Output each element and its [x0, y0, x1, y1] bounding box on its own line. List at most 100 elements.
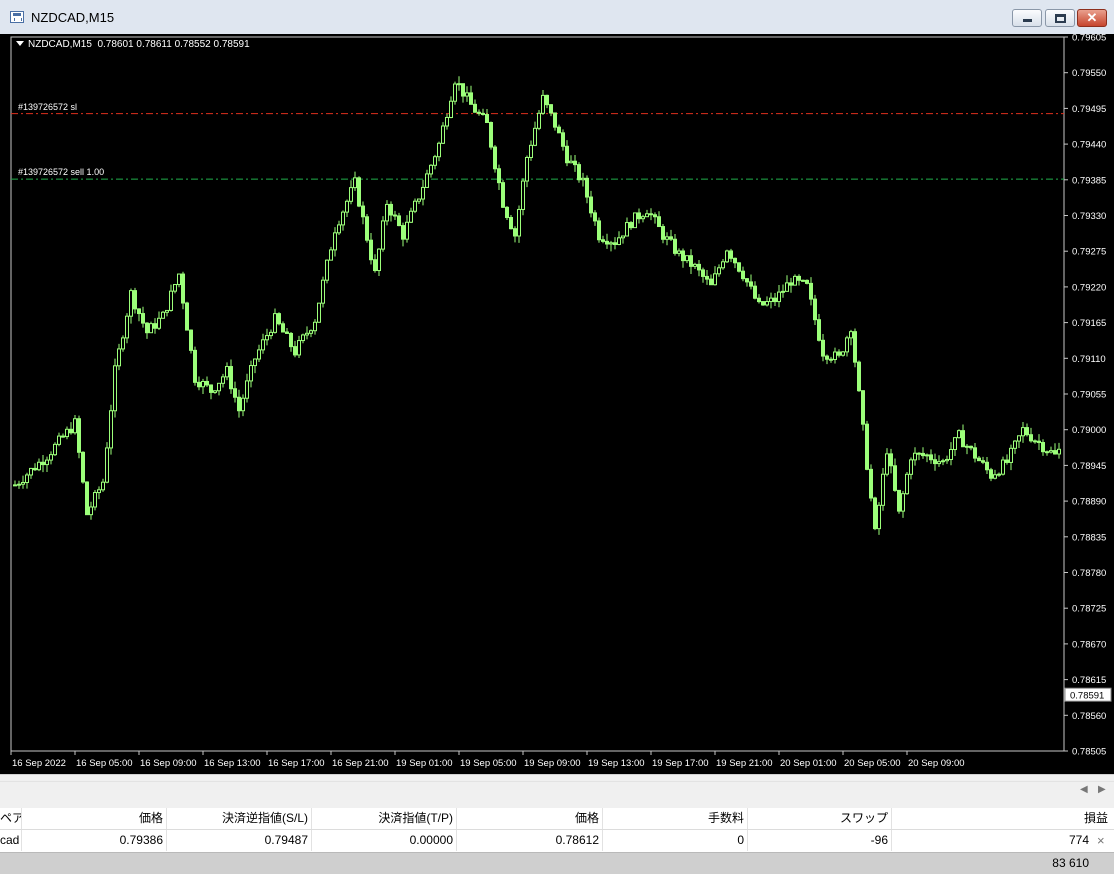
candle[interactable]	[429, 164, 433, 178]
candle[interactable]	[321, 276, 325, 308]
candle[interactable]	[45, 456, 49, 473]
candle[interactable]	[65, 426, 69, 440]
candle[interactable]	[733, 257, 737, 269]
candle[interactable]	[609, 240, 613, 252]
candle[interactable]	[533, 121, 537, 147]
candle[interactable]	[601, 235, 605, 244]
candle[interactable]	[769, 292, 773, 309]
candle[interactable]	[277, 312, 281, 326]
candle[interactable]	[701, 267, 705, 283]
candle[interactable]	[101, 478, 105, 492]
candle[interactable]	[677, 248, 681, 257]
candle[interactable]	[173, 284, 177, 294]
candle[interactable]	[1017, 435, 1021, 448]
candle[interactable]	[385, 200, 389, 226]
candle[interactable]	[509, 214, 513, 230]
candle[interactable]	[61, 433, 65, 438]
candle[interactable]	[469, 85, 473, 105]
candle[interactable]	[453, 81, 457, 105]
candle[interactable]	[473, 99, 477, 113]
candle[interactable]	[433, 154, 437, 170]
candle[interactable]	[857, 360, 861, 392]
candle[interactable]	[625, 217, 629, 237]
candle[interactable]	[861, 390, 865, 431]
candle[interactable]	[745, 278, 749, 287]
candle[interactable]	[33, 463, 37, 471]
candle[interactable]	[265, 328, 269, 346]
candle[interactable]	[753, 281, 757, 300]
candle[interactable]	[185, 301, 189, 331]
candle[interactable]	[829, 356, 833, 363]
candle[interactable]	[985, 457, 989, 474]
candle[interactable]	[741, 266, 745, 282]
candle[interactable]	[825, 354, 829, 365]
maximize-button[interactable]	[1045, 9, 1075, 27]
candle[interactable]	[485, 109, 489, 124]
candle[interactable]	[505, 206, 509, 221]
candle[interactable]	[497, 164, 501, 191]
candle[interactable]	[1021, 421, 1025, 443]
candle[interactable]	[37, 458, 41, 472]
candle[interactable]	[553, 112, 557, 131]
candle[interactable]	[605, 233, 609, 249]
candle[interactable]	[873, 496, 877, 531]
column-header-profit[interactable]: 損益	[892, 808, 1114, 829]
candle[interactable]	[401, 222, 405, 247]
candle[interactable]	[1013, 440, 1017, 454]
candle[interactable]	[397, 212, 401, 227]
candle[interactable]	[909, 457, 913, 480]
candle[interactable]	[349, 180, 353, 205]
candle[interactable]	[213, 390, 217, 394]
candle[interactable]	[125, 313, 129, 344]
candle[interactable]	[89, 501, 93, 520]
candle[interactable]	[149, 321, 153, 334]
candle[interactable]	[881, 468, 885, 511]
candle[interactable]	[373, 254, 377, 273]
candle[interactable]	[913, 447, 917, 466]
candle[interactable]	[573, 155, 577, 172]
candle[interactable]	[141, 306, 145, 328]
candle[interactable]	[153, 318, 157, 334]
candle[interactable]	[981, 456, 985, 465]
candle[interactable]	[197, 376, 201, 391]
candle[interactable]	[669, 229, 673, 242]
column-header-open-price[interactable]: 価格	[22, 808, 167, 829]
candle[interactable]	[1049, 446, 1053, 454]
candle[interactable]	[721, 258, 725, 270]
candle[interactable]	[965, 444, 969, 455]
candle[interactable]	[257, 344, 261, 363]
candle[interactable]	[57, 432, 61, 447]
candle[interactable]	[337, 220, 341, 236]
candle[interactable]	[645, 209, 649, 218]
candle[interactable]	[773, 293, 777, 307]
candle[interactable]	[205, 376, 209, 388]
candle[interactable]	[837, 349, 841, 358]
candle[interactable]	[793, 274, 797, 286]
candle[interactable]	[569, 155, 573, 164]
candle[interactable]	[121, 335, 125, 352]
candle[interactable]	[813, 294, 817, 325]
candle[interactable]	[109, 404, 113, 455]
candle[interactable]	[709, 274, 713, 286]
candle[interactable]	[653, 212, 657, 224]
candle[interactable]	[1045, 450, 1049, 456]
candle[interactable]	[225, 362, 229, 381]
candle[interactable]	[789, 277, 793, 293]
candle[interactable]	[565, 140, 569, 167]
candle[interactable]	[1001, 456, 1005, 476]
candle[interactable]	[649, 208, 653, 221]
dropdown-triangle-icon[interactable]	[16, 41, 24, 46]
candle[interactable]	[693, 262, 697, 270]
candle[interactable]	[617, 231, 621, 246]
candle[interactable]	[1037, 434, 1041, 451]
candle[interactable]	[181, 271, 185, 310]
candle[interactable]	[725, 249, 729, 263]
candle[interactable]	[521, 178, 525, 216]
candle[interactable]	[989, 467, 993, 482]
column-header-swap[interactable]: スワップ	[748, 808, 892, 829]
minimize-button[interactable]	[1012, 9, 1042, 27]
candle[interactable]	[577, 162, 581, 183]
candle[interactable]	[461, 83, 465, 103]
candle[interactable]	[445, 113, 449, 130]
close-button[interactable]: ✕	[1077, 9, 1107, 27]
